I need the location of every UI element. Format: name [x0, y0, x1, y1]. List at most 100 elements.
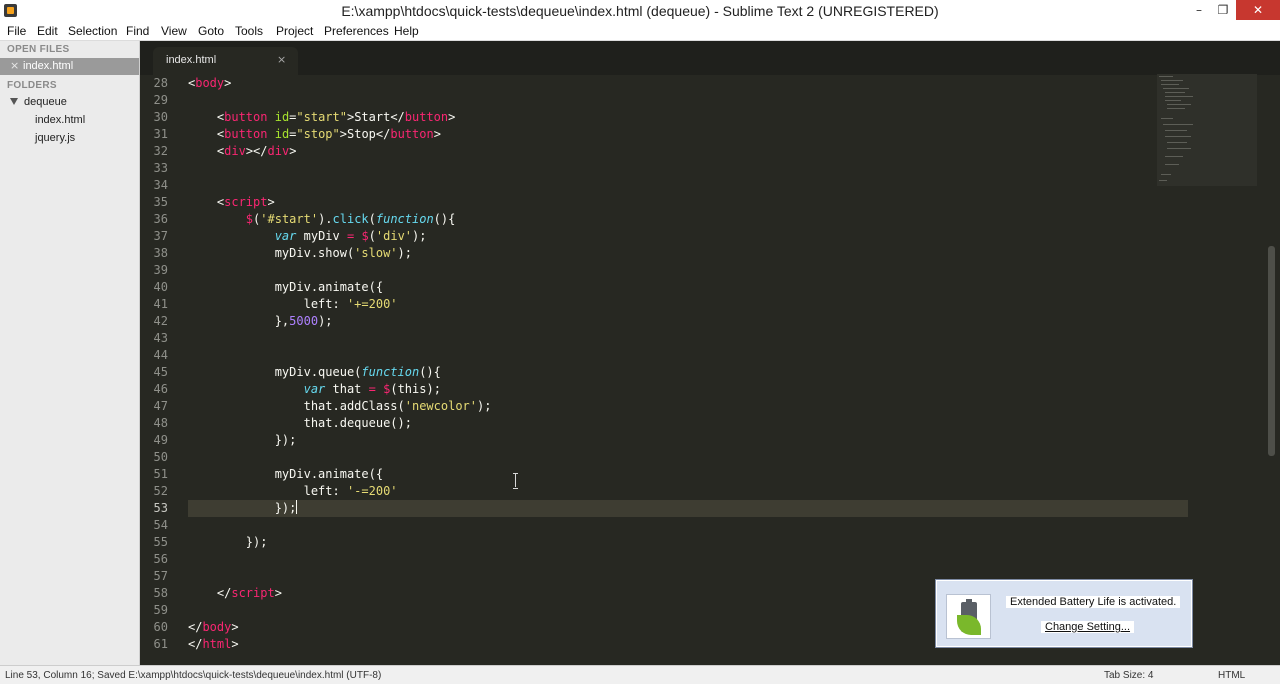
- sidebar-file-jquery[interactable]: jquery.js: [35, 132, 75, 144]
- close-file-icon[interactable]: ×: [10, 59, 19, 72]
- code-line: <button id="stop">Stop</button>: [188, 126, 441, 143]
- line-number: 58: [153, 586, 168, 600]
- code-token: button: [224, 110, 268, 124]
- code-token: body: [195, 76, 225, 90]
- tab-index-html[interactable]: index.html ×: [153, 47, 298, 75]
- line-number: 56: [153, 552, 168, 566]
- code-token: });: [188, 433, 297, 447]
- status-position: Line 53, Column 16; Saved E:\xampp\htdoc…: [5, 670, 382, 681]
- code-token: id: [274, 127, 290, 141]
- tab-size-indicator[interactable]: Tab Size: 4: [1104, 670, 1153, 681]
- code-token: >: [289, 144, 297, 158]
- line-number: 60: [153, 620, 168, 634]
- menu-goto[interactable]: Goto: [198, 24, 224, 38]
- line-number: 36: [153, 212, 168, 226]
- code-token: div: [267, 144, 290, 158]
- minimap[interactable]: [1157, 74, 1257, 186]
- line-number: 48: [153, 416, 168, 430]
- code-token: <: [188, 110, 225, 124]
- menu-project[interactable]: Project: [276, 24, 313, 38]
- menu-selection[interactable]: Selection: [68, 24, 117, 38]
- close-button[interactable]: ✕: [1236, 0, 1280, 20]
- code-token: left:: [188, 484, 347, 498]
- tab-close-icon[interactable]: ×: [277, 53, 286, 66]
- code-token: button: [224, 127, 268, 141]
- code-area[interactable]: <body> <button id="start">Start</button>…: [188, 75, 1188, 665]
- folder-expanded-icon[interactable]: [10, 98, 18, 105]
- status-bar: Line 53, Column 16; Saved E:\xampp\htdoc…: [0, 665, 1280, 684]
- tab-label: index.html: [166, 54, 217, 66]
- open-file-item[interactable]: × index.html: [0, 58, 139, 75]
- code-line: });: [188, 432, 297, 449]
- code-token: <: [188, 127, 225, 141]
- battery-notification[interactable]: Extended Battery Life is activated. Chan…: [935, 579, 1193, 648]
- line-number: 47: [153, 399, 168, 413]
- code-token: </: [188, 620, 203, 634]
- menu-help[interactable]: Help: [394, 24, 419, 38]
- code-token: "stop": [296, 127, 340, 141]
- code-token: html: [202, 637, 232, 651]
- code-token: "start": [296, 110, 347, 124]
- code-token: </: [188, 586, 232, 600]
- code-token: '#start': [260, 212, 319, 226]
- tab-bar: index.html ×: [140, 41, 1280, 75]
- code-token: div: [224, 144, 246, 158]
- menu-view[interactable]: View: [161, 24, 187, 38]
- menu-file[interactable]: File: [7, 24, 26, 38]
- sidebar-folder-dequeue[interactable]: dequeue: [24, 96, 67, 108]
- line-number: 59: [153, 603, 168, 617]
- code-token: >: [274, 586, 282, 600]
- code-token: body: [202, 620, 232, 634]
- menu-edit[interactable]: Edit: [37, 24, 58, 38]
- line-number: 33: [153, 161, 168, 175]
- code-token: myDiv.show(: [188, 246, 355, 260]
- syntax-indicator[interactable]: HTML: [1218, 670, 1245, 681]
- line-number: 51: [153, 467, 168, 481]
- code-line: myDiv.animate({: [188, 279, 383, 296]
- line-number: 57: [153, 569, 168, 583]
- menu-find[interactable]: Find: [126, 24, 149, 38]
- line-number-gutter: 28 29 30 31 32 33 34 35 36 37 38 39 40 4…: [140, 75, 180, 665]
- code-token: $: [361, 229, 369, 243]
- code-token: function: [361, 365, 420, 379]
- code-token: var: [303, 382, 326, 396]
- code-token: >: [448, 110, 456, 124]
- change-setting-link[interactable]: Change Setting...: [1041, 621, 1135, 633]
- code-line: <body>: [188, 75, 231, 92]
- line-number: 46: [153, 382, 168, 396]
- code-token: 'div': [375, 229, 413, 243]
- code-token: var: [274, 229, 297, 243]
- line-number: 50: [153, 450, 168, 464]
- code-token: (){: [433, 212, 456, 226]
- line-number: 44: [153, 348, 168, 362]
- line-number: 31: [153, 127, 168, 141]
- code-token: });: [188, 501, 297, 515]
- text-caret: [296, 500, 298, 514]
- code-token: });: [188, 535, 268, 549]
- vertical-scrollbar[interactable]: [1268, 246, 1275, 456]
- title-bar: E:\xampp\htdocs\quick-tests\dequeue\inde…: [0, 0, 1280, 22]
- code-token: );: [318, 314, 333, 328]
- maximize-button[interactable]: ❐: [1208, 0, 1238, 20]
- line-number: 49: [153, 433, 168, 447]
- code-token: <: [188, 144, 225, 158]
- line-number: 37: [153, 229, 168, 243]
- menu-preferences[interactable]: Preferences: [324, 24, 389, 38]
- code-line: <button id="start">Start</button>: [188, 109, 455, 126]
- code-token: >: [267, 195, 275, 209]
- line-number: 61: [153, 637, 168, 651]
- code-token: (this);: [390, 382, 441, 396]
- code-line: var that = $(this);: [188, 381, 441, 398]
- sidebar-file-index[interactable]: index.html: [35, 114, 85, 126]
- line-number: 42: [153, 314, 168, 328]
- line-number: 55: [153, 535, 168, 549]
- code-line: });: [188, 500, 298, 517]
- code-token: (: [368, 229, 376, 243]
- line-number: 54: [153, 518, 168, 532]
- code-token: );: [412, 229, 427, 243]
- menu-tools[interactable]: Tools: [235, 24, 263, 38]
